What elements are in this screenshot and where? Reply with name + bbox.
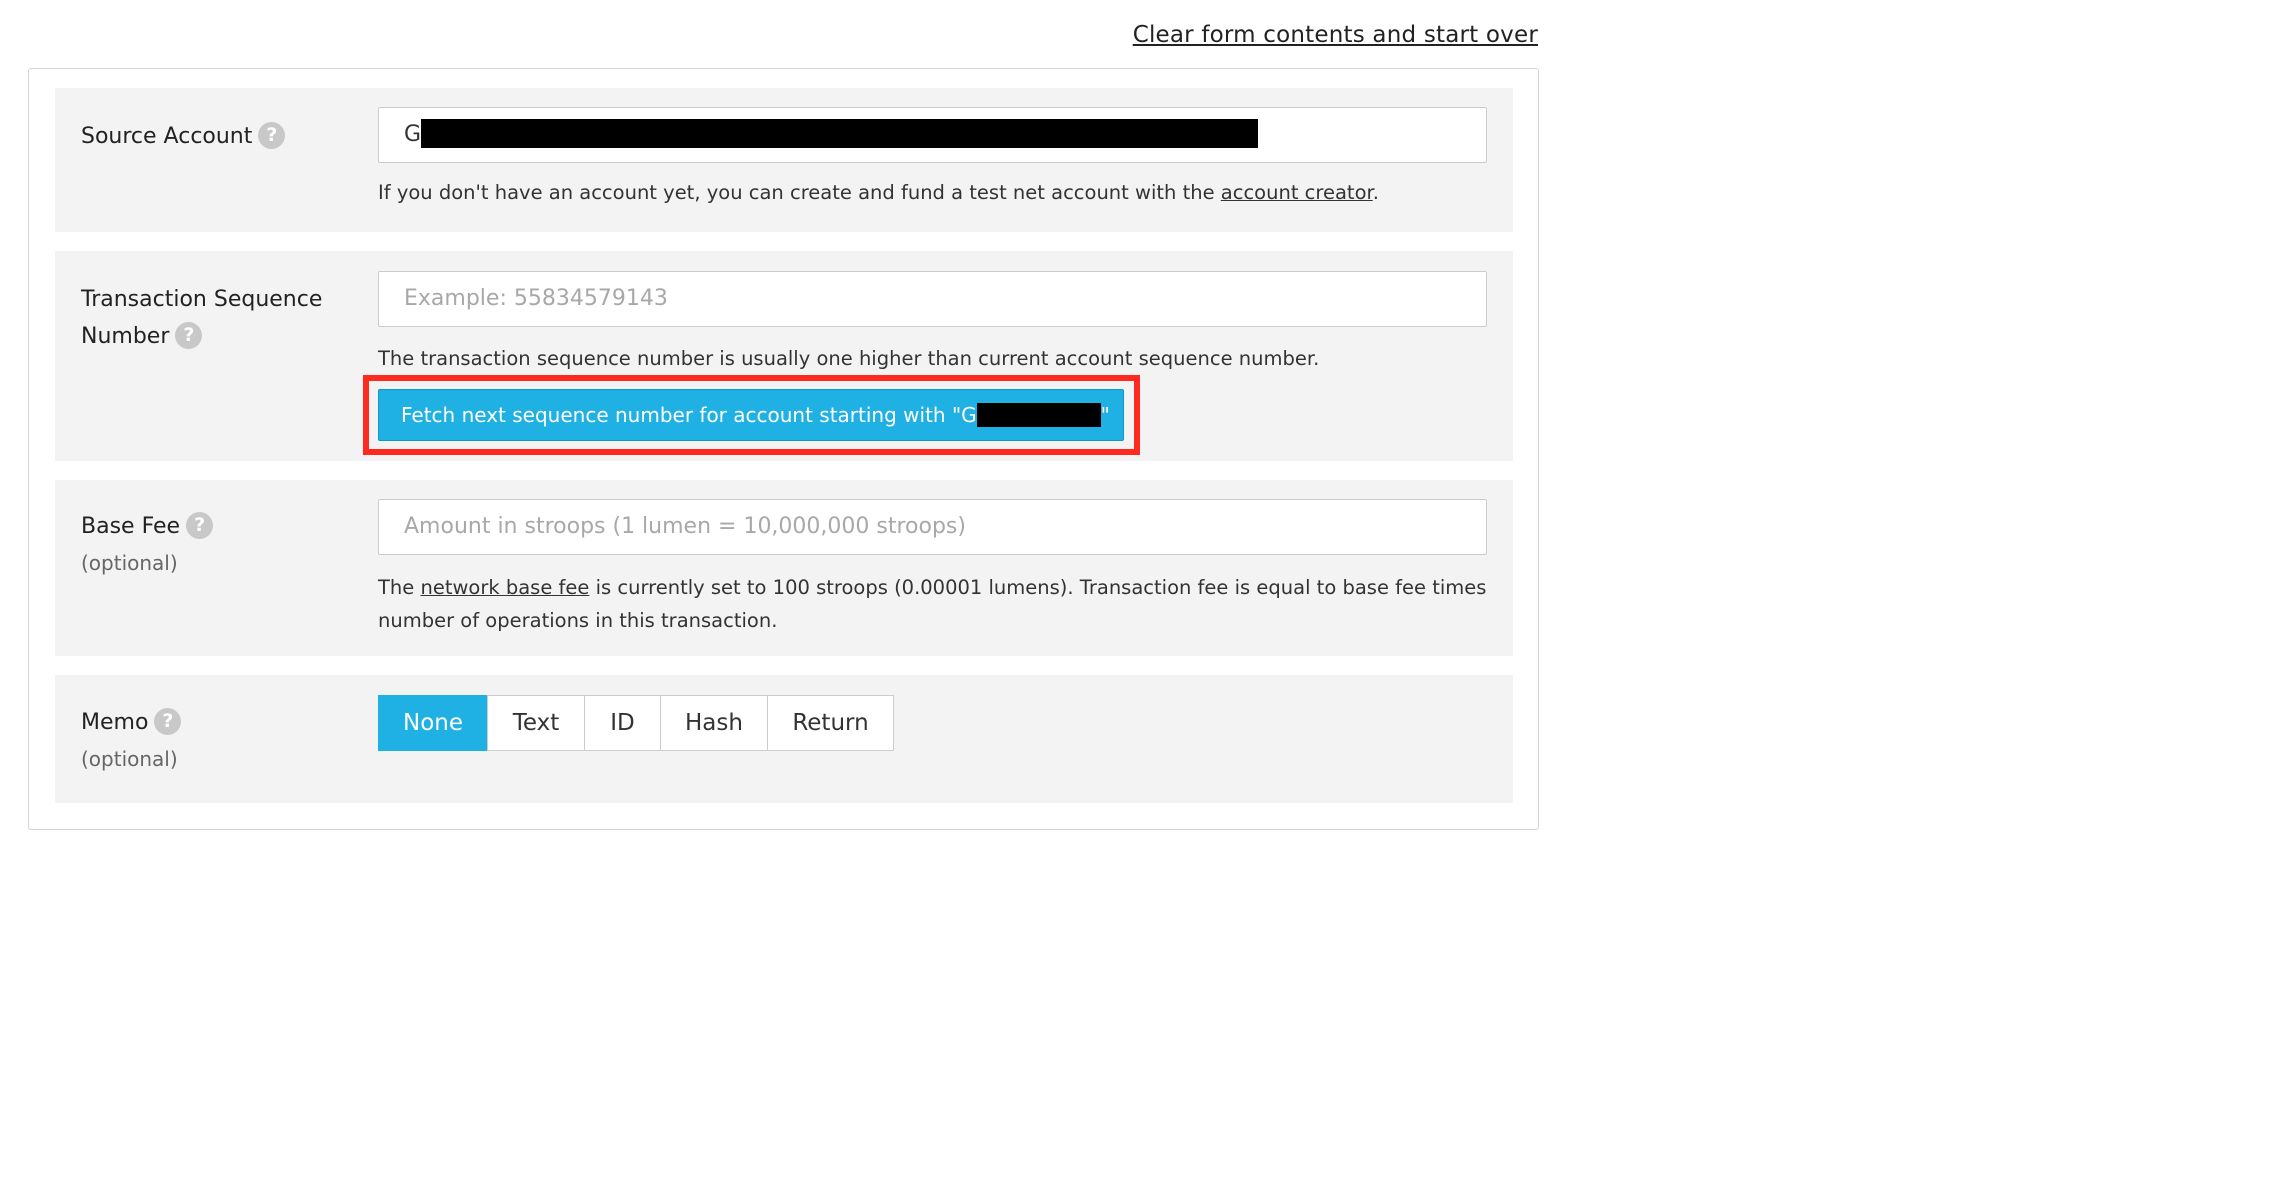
source-account-hint-end: . [1372, 181, 1379, 204]
source-account-input[interactable]: G [378, 107, 1487, 163]
fetch-button-label: Fetch next sequence number for account s… [401, 403, 977, 427]
memo-option-none[interactable]: None [378, 695, 488, 751]
network-base-fee-link[interactable]: network base fee [420, 576, 589, 599]
account-creator-link[interactable]: account creator [1221, 181, 1373, 204]
source-account-value: G [404, 122, 422, 147]
sequence-label-line2: Number [81, 324, 170, 349]
sequence-field: Example: 55834579143 The transaction seq… [363, 271, 1487, 461]
sequence-hint: The transaction sequence number is usual… [378, 347, 1320, 370]
sequence-row: Transaction Sequence Number? Example: 55… [55, 251, 1513, 461]
source-account-hint: If you don't have an account yet, you ca… [378, 176, 1487, 209]
optional-label: (optional) [81, 747, 178, 771]
clear-form-link[interactable]: Clear form contents and start over [1133, 22, 1538, 48]
source-account-hint-text: If you don't have an account yet, you ca… [378, 181, 1221, 204]
help-icon[interactable]: ? [258, 121, 286, 149]
help-icon[interactable]: ? [186, 511, 214, 539]
sequence-label: Transaction Sequence Number? [81, 281, 322, 355]
base-fee-label-text: Base Fee [81, 514, 181, 539]
redacted-block [421, 118, 1259, 148]
memo-option-hash[interactable]: Hash [660, 695, 768, 751]
help-icon[interactable]: ? [154, 707, 182, 735]
memo-label-text: Memo [81, 710, 149, 735]
base-fee-row: Base Fee? (optional) Amount in stroops (… [55, 480, 1513, 656]
redacted-block [976, 402, 1101, 427]
memo-label: Memo? (optional) [81, 704, 182, 777]
source-account-label-text: Source Account [81, 124, 253, 149]
base-fee-hint-pre: The [378, 576, 421, 599]
sequence-number-input[interactable]: Example: 55834579143 [378, 271, 1487, 327]
source-account-label: Source Account? [81, 118, 286, 155]
source-account-row: Source Account? G If you don't have an a… [55, 88, 1513, 232]
fetch-button-label-end: " [1100, 403, 1110, 427]
memo-option-return[interactable]: Return [767, 695, 894, 751]
fetch-sequence-button[interactable]: Fetch next sequence number for account s… [378, 389, 1124, 441]
memo-row: Memo? (optional) None Text ID Hash Retur… [55, 675, 1513, 803]
memo-option-text[interactable]: Text [487, 695, 585, 751]
help-icon[interactable]: ? [175, 321, 203, 349]
source-account-field: G If you don't have an account yet, you … [378, 107, 1487, 209]
base-fee-input[interactable]: Amount in stroops (1 lumen = 10,000,000 … [378, 499, 1487, 555]
memo-field: None Text ID Hash Return [378, 695, 1487, 751]
base-fee-hint: The network base fee is currently set to… [378, 571, 1487, 637]
base-fee-field: Amount in stroops (1 lumen = 10,000,000 … [378, 499, 1487, 637]
sequence-label-line1: Transaction Sequence [81, 287, 323, 312]
optional-label: (optional) [81, 551, 178, 575]
transaction-form: Source Account? G If you don't have an a… [28, 68, 1539, 830]
memo-option-id[interactable]: ID [584, 695, 661, 751]
base-fee-label: Base Fee? (optional) [81, 508, 214, 581]
memo-type-selector: None Text ID Hash Return [378, 695, 1487, 751]
